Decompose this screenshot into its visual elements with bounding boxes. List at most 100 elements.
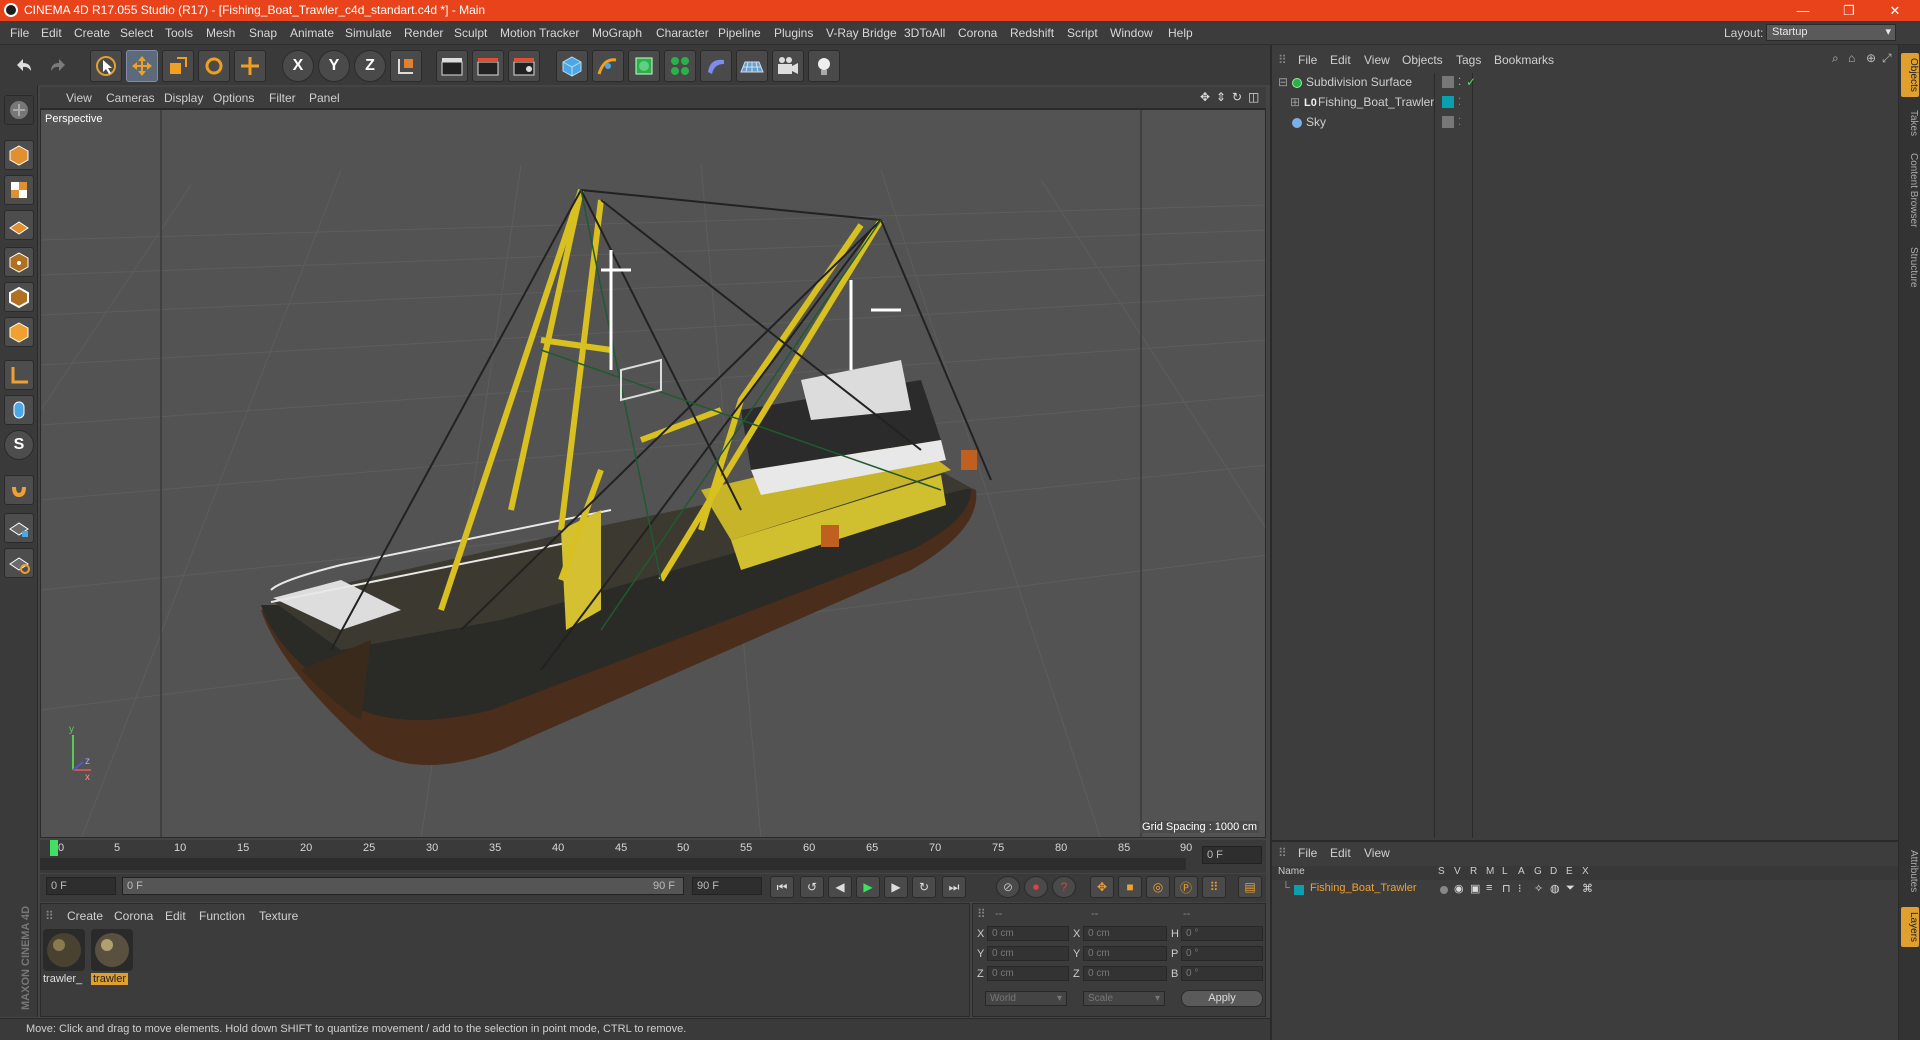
position-z-field[interactable]: 0 cm bbox=[987, 966, 1069, 981]
menu-edit[interactable]: Edit bbox=[41, 26, 62, 40]
object-menu-edit[interactable]: Edit bbox=[1330, 53, 1351, 67]
menu-motion-tracker[interactable]: Motion Tracker bbox=[500, 26, 579, 40]
material-thumbnail[interactable] bbox=[43, 929, 85, 971]
layer-color-swatch[interactable] bbox=[1294, 885, 1304, 895]
viewport-toggle-icon[interactable]: ◫ bbox=[1248, 90, 1259, 104]
play-button[interactable]: ▶ bbox=[856, 876, 880, 898]
previous-frame-button[interactable]: ◀ bbox=[828, 876, 852, 898]
timeline-ruler[interactable]: 0 5 10 15 20 25 30 35 40 45 50 55 60 65 … bbox=[40, 840, 1266, 873]
object-menu-objects[interactable]: Objects bbox=[1402, 53, 1443, 67]
redo-button[interactable] bbox=[42, 50, 74, 82]
object-menu-bookmarks[interactable]: Bookmarks bbox=[1494, 53, 1554, 67]
viewport-menu-options[interactable]: Options bbox=[213, 91, 254, 105]
render-clapper-icon[interactable]: ▣ bbox=[1470, 882, 1480, 895]
render-settings-button[interactable] bbox=[508, 50, 540, 82]
tab-attributes[interactable]: Attributes bbox=[1901, 843, 1919, 899]
coordinate-system-button[interactable] bbox=[390, 50, 422, 82]
menu-select[interactable]: Select bbox=[120, 26, 153, 40]
viewport-menu-view[interactable]: View bbox=[66, 91, 92, 105]
visibility-dots-icon[interactable]: ⁚ bbox=[1458, 73, 1461, 92]
expression-icon[interactable]: ⏷ bbox=[1566, 882, 1575, 895]
camera-button[interactable] bbox=[772, 50, 804, 82]
solo-toggle-icon[interactable] bbox=[1440, 886, 1448, 894]
rotation-p-field[interactable]: 0 ° bbox=[1181, 946, 1263, 961]
key-parameter-button[interactable]: Ⓟ bbox=[1174, 876, 1198, 898]
object-menu-file[interactable]: File bbox=[1298, 53, 1317, 67]
layer-color-icon[interactable] bbox=[1442, 96, 1454, 108]
key-scale-button[interactable]: ■ bbox=[1118, 876, 1142, 898]
menu-tools[interactable]: Tools bbox=[165, 26, 193, 40]
layer-tag-icon[interactable] bbox=[1442, 76, 1454, 88]
subdivision-surface-button[interactable] bbox=[628, 50, 660, 82]
object-menu-view[interactable]: View bbox=[1364, 53, 1390, 67]
snap-button[interactable]: S bbox=[4, 430, 34, 460]
visibility-dots-icon[interactable]: ⁚ bbox=[1458, 93, 1461, 112]
rotation-b-field[interactable]: 0 ° bbox=[1181, 966, 1263, 981]
rotate-tool-button[interactable] bbox=[198, 50, 230, 82]
material-name[interactable]: trawler_ bbox=[43, 973, 82, 985]
object-name[interactable]: Subdivision Surface bbox=[1306, 73, 1412, 92]
rotation-h-field[interactable]: 0 ° bbox=[1181, 926, 1263, 941]
current-frame-field[interactable]: 0 F bbox=[1202, 846, 1262, 864]
deformer-icon[interactable]: ◍ bbox=[1550, 882, 1560, 895]
menu-animate[interactable]: Animate bbox=[290, 26, 334, 40]
size-mode-dropdown[interactable]: Scale ▾ bbox=[1083, 991, 1165, 1006]
close-button[interactable]: ✕ bbox=[1872, 0, 1918, 21]
new-view-icon[interactable]: ⊕ bbox=[1866, 51, 1876, 65]
autokey-button[interactable]: ⏺ bbox=[1024, 876, 1048, 898]
visibility-dots-icon[interactable]: ⁚ bbox=[1458, 113, 1461, 132]
tab-content-browser[interactable]: Content Browser bbox=[1901, 149, 1919, 231]
size-x-field[interactable]: 0 cm bbox=[1083, 926, 1167, 941]
layer-name[interactable]: Fishing_Boat_Trawler bbox=[1310, 882, 1417, 894]
make-editable-button[interactable] bbox=[4, 95, 34, 125]
polygons-mode-button[interactable] bbox=[4, 317, 34, 347]
scale-tool-button[interactable] bbox=[162, 50, 194, 82]
eye-icon[interactable]: ◉ bbox=[1454, 882, 1464, 895]
timeline-window-button[interactable]: ▤ bbox=[1238, 876, 1262, 898]
xref-icon[interactable]: ⌘ bbox=[1582, 882, 1593, 895]
start-frame-field[interactable]: 0 F bbox=[46, 877, 116, 895]
workplane-snap-button[interactable] bbox=[4, 548, 34, 578]
menu-mesh[interactable]: Mesh bbox=[206, 26, 235, 40]
texture-mode-button[interactable] bbox=[4, 175, 34, 205]
material-menu-edit[interactable]: Edit bbox=[165, 909, 186, 923]
points-mode-button[interactable] bbox=[4, 247, 34, 277]
layer-tag-icon[interactable] bbox=[1442, 116, 1454, 128]
perspective-viewport[interactable]: y z x Perspective Grid Spacing : 1000 cm bbox=[40, 109, 1266, 838]
cloner-button[interactable] bbox=[664, 50, 696, 82]
material-thumbnail-selected[interactable] bbox=[91, 929, 133, 971]
material-menu-create[interactable]: Create bbox=[67, 909, 103, 923]
menu-vray-bridge[interactable]: V-Ray Bridge bbox=[826, 26, 897, 40]
material-menu-corona[interactable]: Corona bbox=[114, 909, 153, 923]
expand-icon[interactable]: ⊞ bbox=[1290, 93, 1300, 112]
object-row[interactable]: Sky ⁚ bbox=[1278, 113, 1890, 132]
workplane-lock-button[interactable] bbox=[4, 513, 34, 543]
menu-create[interactable]: Create bbox=[74, 26, 110, 40]
apply-button[interactable]: Apply bbox=[1181, 990, 1263, 1007]
layer-menu-view[interactable]: View bbox=[1364, 846, 1390, 860]
collapse-icon[interactable]: ⊟ bbox=[1278, 73, 1288, 92]
layer-menu-file[interactable]: File bbox=[1298, 846, 1317, 860]
maximize-button[interactable]: ❐ bbox=[1826, 0, 1872, 21]
menu-snap[interactable]: Snap bbox=[249, 26, 277, 40]
object-name[interactable]: Sky bbox=[1306, 113, 1326, 132]
tab-takes[interactable]: Takes bbox=[1901, 105, 1919, 141]
animation-icon[interactable]: ⁝ bbox=[1518, 882, 1522, 895]
menu-mograph[interactable]: MoGraph bbox=[592, 26, 642, 40]
model-mode-button[interactable] bbox=[4, 140, 34, 170]
light-button[interactable] bbox=[808, 50, 840, 82]
playhead-marker[interactable] bbox=[50, 840, 58, 856]
tab-structure[interactable]: Structure bbox=[1901, 239, 1919, 295]
menu-redshift[interactable]: Redshift bbox=[1010, 26, 1054, 40]
edges-mode-button[interactable] bbox=[4, 282, 34, 312]
viewport-menu-cameras[interactable]: Cameras bbox=[106, 91, 155, 105]
object-name[interactable]: Fishing_Boat_Trawler bbox=[1318, 93, 1434, 112]
menu-render[interactable]: Render bbox=[404, 26, 443, 40]
previous-key-button[interactable]: ↺ bbox=[800, 876, 824, 898]
size-z-field[interactable]: 0 cm bbox=[1083, 966, 1167, 981]
lock-icon[interactable]: ⊓ bbox=[1502, 882, 1511, 895]
expand-icon[interactable]: ⤢ bbox=[1882, 51, 1892, 66]
manager-icon[interactable]: ≡ bbox=[1486, 882, 1492, 894]
layer-row[interactable]: └ Fishing_Boat_Trawler ◉ ▣ ≡ ⊓ ⁝ ✧ ◍ ⏷ ⌘ bbox=[1272, 882, 1898, 898]
end-frame-field[interactable]: 90 F bbox=[692, 877, 762, 895]
